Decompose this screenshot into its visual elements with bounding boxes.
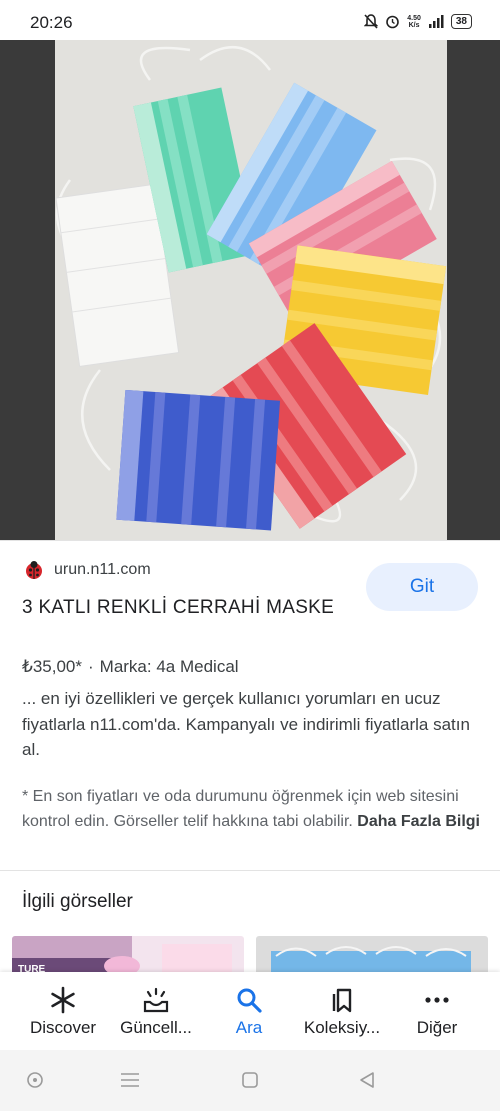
related-thumb-2[interactable] bbox=[256, 936, 488, 976]
system-navigation-bar bbox=[0, 1050, 500, 1111]
nav-discover[interactable]: Discover bbox=[13, 972, 113, 1050]
section-divider bbox=[0, 870, 500, 871]
nav-updates[interactable]: Güncell... bbox=[106, 972, 206, 1050]
updates-icon bbox=[143, 987, 169, 1013]
nav-collections[interactable]: Koleksiy... bbox=[292, 972, 392, 1050]
alarm-icon bbox=[386, 15, 400, 29]
asterisk-icon bbox=[51, 986, 75, 1014]
nav-more[interactable]: Diğer bbox=[387, 972, 487, 1050]
nav-discover-label: Discover bbox=[29, 1018, 97, 1037]
battery-indicator: 38 bbox=[450, 14, 472, 29]
disclaimer-note: * En son fiyatları ve oda durumunu öğren… bbox=[22, 784, 482, 834]
assistant-icon[interactable] bbox=[26, 1071, 44, 1094]
signal-icon bbox=[428, 15, 444, 28]
hero-divider bbox=[0, 540, 500, 541]
nav-more-label: Diğer bbox=[416, 1018, 458, 1037]
related-thumb-2-image bbox=[256, 936, 488, 976]
network-speed: 4.50 K/s bbox=[407, 14, 421, 29]
nav-updates-label: Güncell... bbox=[120, 1018, 192, 1037]
product-description: ... en iyi özellikleri ve gerçek kullanı… bbox=[22, 689, 470, 759]
ladybug-icon bbox=[26, 561, 42, 579]
menu-icon[interactable] bbox=[120, 1071, 140, 1094]
collections-icon bbox=[332, 988, 352, 1013]
meta-separator: · bbox=[87, 657, 94, 676]
product-brand: Marka: 4a Medical bbox=[99, 657, 239, 676]
related-images-heading: İlgili görseller bbox=[22, 891, 133, 912]
status-icons: 4.50 K/s 38 bbox=[364, 14, 472, 29]
visit-button[interactable]: Git bbox=[366, 563, 478, 611]
product-image[interactable] bbox=[0, 40, 500, 540]
back-icon[interactable] bbox=[358, 1071, 376, 1094]
more-icon bbox=[425, 997, 449, 1003]
nav-search-label: Ara bbox=[235, 1018, 263, 1037]
masks-fan-illustration bbox=[55, 40, 447, 540]
source-domain: urun.n11.com bbox=[54, 561, 151, 578]
product-meta: ₺35,00* · Marka: 4a Medical bbox=[22, 657, 239, 677]
bell-off-icon bbox=[364, 14, 379, 29]
more-info-link[interactable]: Daha Fazla Bilgi bbox=[357, 813, 480, 830]
source-link[interactable]: urun.n11.com bbox=[24, 560, 151, 580]
related-thumb-1[interactable]: TURE bbox=[12, 936, 244, 976]
home-icon[interactable] bbox=[241, 1071, 259, 1094]
product-price: ₺35,00* bbox=[22, 657, 82, 676]
search-icon bbox=[237, 988, 262, 1013]
product-title[interactable]: 3 KATLI RENKLİ CERRAHİ MASKE bbox=[22, 592, 342, 624]
bottom-navigation: Discover Güncell... Ara Koleksiy... Diğe… bbox=[0, 972, 500, 1050]
nav-collections-label: Koleksiy... bbox=[303, 1018, 381, 1037]
status-bar: 20:26 4.50 K/s 38 bbox=[0, 0, 500, 44]
related-thumb-1-image: TURE bbox=[12, 936, 244, 976]
status-time: 20:26 bbox=[30, 13, 73, 32]
nav-search[interactable]: Ara bbox=[199, 972, 299, 1050]
